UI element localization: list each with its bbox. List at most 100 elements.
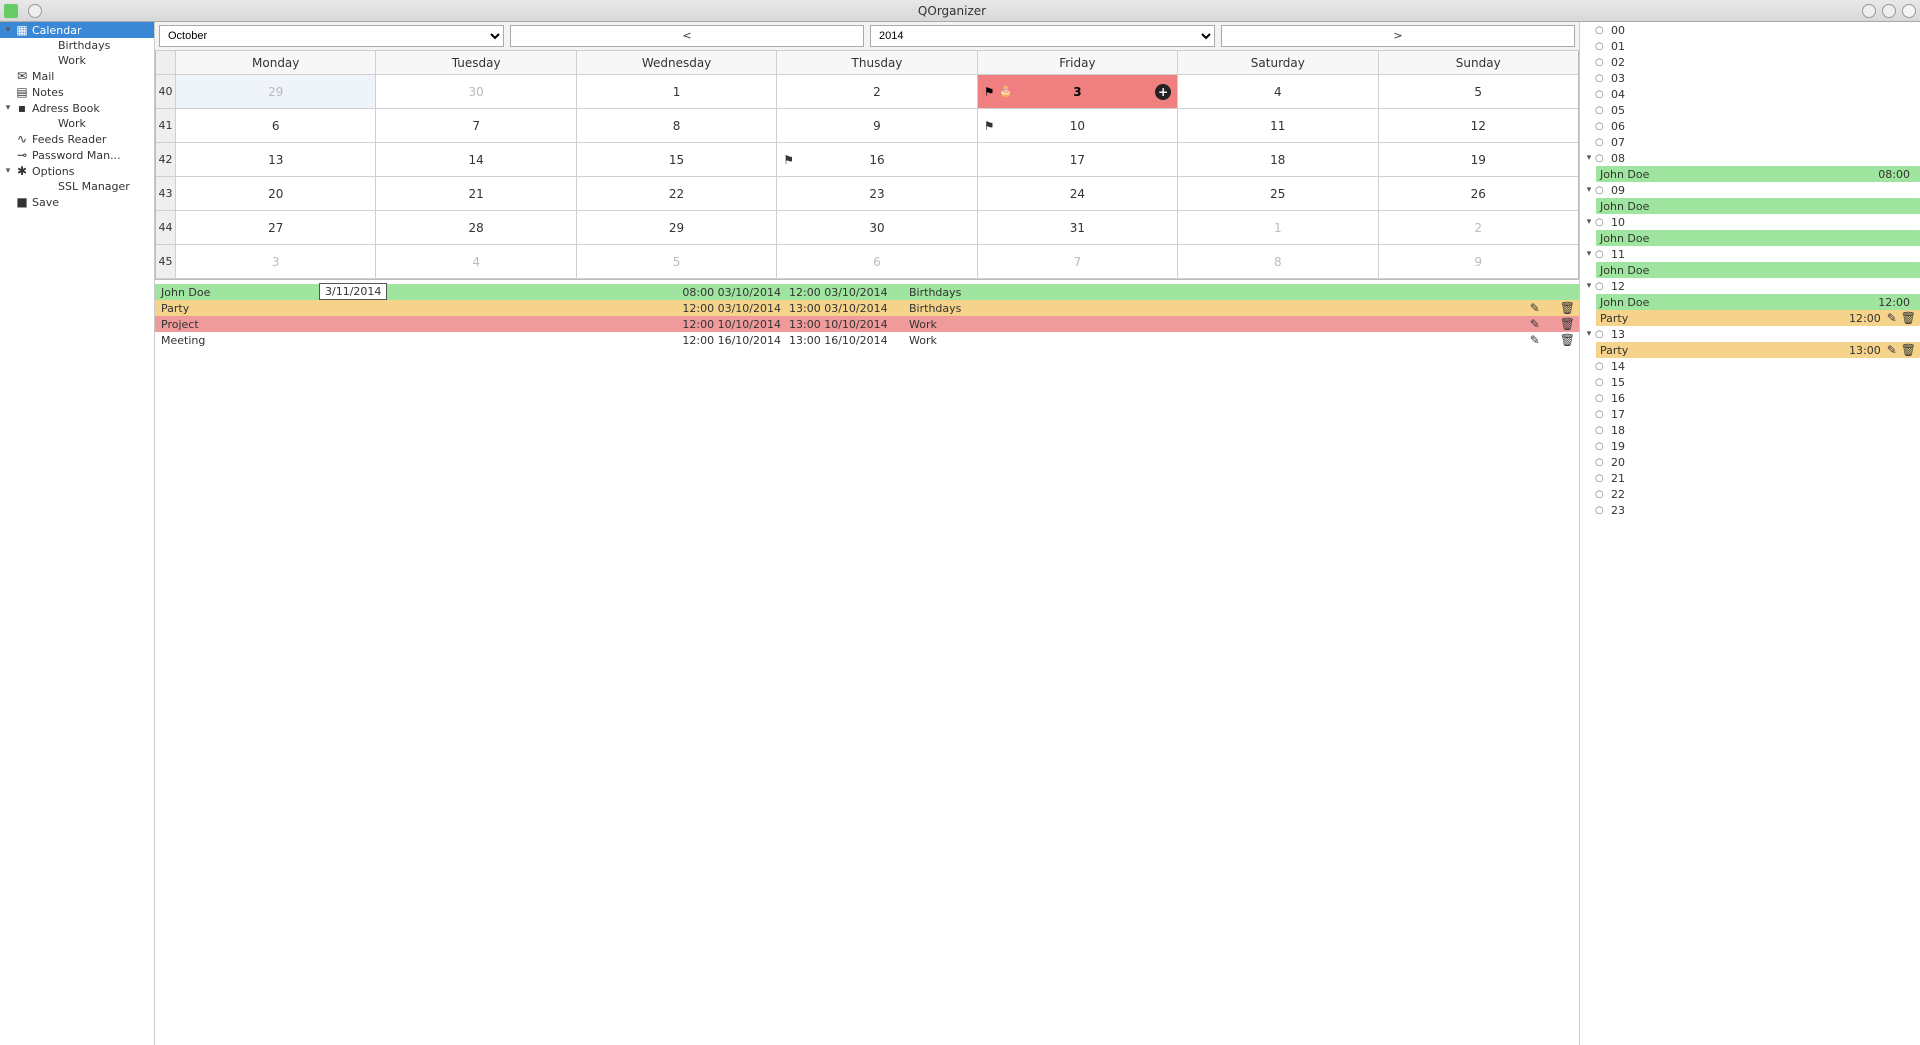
calendar-cell[interactable]: 18 <box>1178 143 1378 177</box>
calendar-cell[interactable]: 4 <box>1178 75 1378 109</box>
date-box[interactable]: 3/11/2014 <box>319 283 387 300</box>
calendar-cell[interactable]: 2 <box>1379 211 1578 245</box>
edit-icon[interactable]: ✎ <box>1530 301 1540 315</box>
calendar-cell[interactable]: 27 <box>176 211 376 245</box>
sidebar-item-password-man-[interactable]: ⊸Password Man... <box>0 147 154 163</box>
calendar-cell[interactable]: 6 <box>777 245 977 279</box>
calendar-cell[interactable]: 25 <box>1178 177 1378 211</box>
next-button[interactable]: > <box>1221 25 1575 47</box>
prev-button[interactable]: < <box>510 25 864 47</box>
delete-icon[interactable]: 🗑 <box>1560 333 1575 347</box>
calendar-cell[interactable]: 19 <box>1379 143 1578 177</box>
hour-event[interactable]: John Doe <box>1596 198 1920 214</box>
calendar-cell[interactable]: 11 <box>1178 109 1378 143</box>
hour-row[interactable]: ○17 <box>1580 406 1920 422</box>
edit-icon[interactable]: ✎ <box>1530 333 1540 347</box>
edit-icon[interactable]: ✎ <box>1887 311 1897 325</box>
calendar-cell[interactable]: 29 <box>577 211 777 245</box>
event-row[interactable]: Project12:00 10/10/201413:00 10/10/2014W… <box>155 316 1579 332</box>
calendar-cell[interactable]: 20 <box>176 177 376 211</box>
hour-event[interactable]: John Doe <box>1596 230 1920 246</box>
hour-row[interactable]: ○05 <box>1580 102 1920 118</box>
month-select[interactable]: October <box>159 25 504 47</box>
delete-icon[interactable]: 🗑 <box>1560 317 1575 331</box>
calendar-cell[interactable]: 4 <box>376 245 576 279</box>
calendar-cell[interactable]: ⚑16 <box>777 143 977 177</box>
hour-event[interactable]: John Doe12:00 <box>1596 294 1920 310</box>
calendar-cell[interactable]: 31 <box>978 211 1178 245</box>
close-button[interactable] <box>1902 4 1916 18</box>
hour-row[interactable]: ○20 <box>1580 454 1920 470</box>
calendar-cell[interactable]: 30 <box>777 211 977 245</box>
calendar-cell[interactable]: 24 <box>978 177 1178 211</box>
hour-event[interactable]: John Doe <box>1596 262 1920 278</box>
calendar-cell[interactable]: 17 <box>978 143 1178 177</box>
hour-row[interactable]: ○02 <box>1580 54 1920 70</box>
hour-event[interactable]: John Doe08:00 <box>1596 166 1920 182</box>
sidebar-item-feeds-reader[interactable]: ∿Feeds Reader <box>0 131 154 147</box>
hour-row[interactable]: ○00 <box>1580 22 1920 38</box>
calendar-cell[interactable]: 15 <box>577 143 777 177</box>
calendar-cell[interactable]: ⚑10 <box>978 109 1178 143</box>
hour-row[interactable]: ○22 <box>1580 486 1920 502</box>
calendar-cell[interactable]: 23 <box>777 177 977 211</box>
sidebar-item-adress-book[interactable]: ▾▪Adress Book <box>0 100 154 116</box>
calendar-cell[interactable]: 7 <box>376 109 576 143</box>
add-event-button[interactable]: + <box>1155 84 1171 100</box>
calendar-cell[interactable]: 12 <box>1379 109 1578 143</box>
calendar-cell[interactable]: 14 <box>376 143 576 177</box>
event-row[interactable]: Meeting12:00 16/10/201413:00 16/10/2014W… <box>155 332 1579 348</box>
edit-icon[interactable]: ✎ <box>1530 317 1540 331</box>
calendar-cell[interactable]: 29 <box>176 75 376 109</box>
sidebar-item-save[interactable]: ■Save <box>0 194 154 210</box>
calendar-cell[interactable]: 22 <box>577 177 777 211</box>
hour-event[interactable]: Party13:00✎🗑 <box>1596 342 1920 358</box>
hour-row[interactable]: ○16 <box>1580 390 1920 406</box>
hour-row[interactable]: ○19 <box>1580 438 1920 454</box>
sidebar-item-work[interactable]: Work <box>0 53 154 68</box>
hour-row[interactable]: ▾○08 <box>1580 150 1920 166</box>
calendar-cell[interactable]: 28 <box>376 211 576 245</box>
calendar-cell[interactable]: 30 <box>376 75 576 109</box>
calendar-cell[interactable]: 3 <box>176 245 376 279</box>
calendar-cell[interactable]: 9 <box>777 109 977 143</box>
calendar-cell[interactable]: 2 <box>777 75 977 109</box>
delete-icon[interactable]: 🗑 <box>1901 343 1916 357</box>
sidebar-item-mail[interactable]: ✉Mail <box>0 68 154 84</box>
calendar-cell[interactable]: 5 <box>1379 75 1578 109</box>
year-select[interactable]: 2014 <box>870 25 1215 47</box>
calendar-cell[interactable]: 5 <box>577 245 777 279</box>
hour-row[interactable]: ○07 <box>1580 134 1920 150</box>
sidebar-item-options[interactable]: ▾✱Options <box>0 163 154 179</box>
sidebar-item-birthdays[interactable]: Birthdays <box>0 38 154 53</box>
calendar-cell[interactable]: 13 <box>176 143 376 177</box>
hour-row[interactable]: ○03 <box>1580 70 1920 86</box>
hour-row[interactable]: ▾○10 <box>1580 214 1920 230</box>
calendar-cell[interactable]: 1 <box>577 75 777 109</box>
sidebar-item-notes[interactable]: ▤Notes <box>0 84 154 100</box>
calendar-cell[interactable]: 26 <box>1379 177 1578 211</box>
hour-row[interactable]: ○21 <box>1580 470 1920 486</box>
sidebar-item-calendar[interactable]: ▾▦Calendar <box>0 22 154 38</box>
calendar-cell[interactable]: 21 <box>376 177 576 211</box>
minimize-button[interactable] <box>1862 4 1876 18</box>
hour-event[interactable]: Party12:00✎🗑 <box>1596 310 1920 326</box>
calendar-cell[interactable]: 6 <box>176 109 376 143</box>
delete-icon[interactable]: 🗑 <box>1901 311 1916 325</box>
sidebar-item-work[interactable]: Work <box>0 116 154 131</box>
hour-row[interactable]: ○04 <box>1580 86 1920 102</box>
hour-row[interactable]: ▾○11 <box>1580 246 1920 262</box>
delete-icon[interactable]: 🗑 <box>1560 301 1575 315</box>
calendar-cell[interactable]: 8 <box>1178 245 1378 279</box>
hour-row[interactable]: ○14 <box>1580 358 1920 374</box>
hour-row[interactable]: ○06 <box>1580 118 1920 134</box>
calendar-cell[interactable]: 8 <box>577 109 777 143</box>
hour-row[interactable]: ○01 <box>1580 38 1920 54</box>
sidebar-item-ssl-manager[interactable]: SSL Manager <box>0 179 154 194</box>
calendar-cell[interactable]: ⚑🎂+3 <box>978 75 1178 109</box>
event-row[interactable]: Party12:00 03/10/201413:00 03/10/2014Bir… <box>155 300 1579 316</box>
calendar-cell[interactable]: 7 <box>978 245 1178 279</box>
calendar-cell[interactable]: 9 <box>1379 245 1578 279</box>
hour-row[interactable]: ○23 <box>1580 502 1920 518</box>
hour-row[interactable]: ○18 <box>1580 422 1920 438</box>
